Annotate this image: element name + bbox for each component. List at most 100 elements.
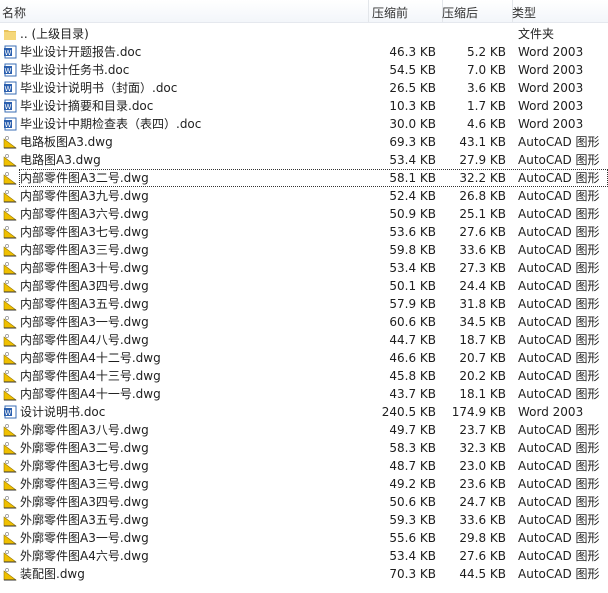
size-after: 26.8 KB: [459, 189, 506, 203]
file-row[interactable]: 外廓零件图A3一号.dwg 55.6 KB 29.8 KB AutoCAD 图形: [0, 529, 608, 547]
size-before: 54.5 KB: [389, 63, 436, 77]
size-before: 52.4 KB: [389, 189, 436, 203]
file-name: 内部零件图A3六号.dwg: [20, 207, 149, 221]
file-type: AutoCAD 图形: [518, 567, 600, 581]
file-row[interactable]: 内部零件图A4十三号.dwg 45.8 KB 20.2 KB AutoCAD 图…: [0, 367, 608, 385]
autocad-icon: [3, 189, 17, 203]
size-after: 18.1 KB: [459, 387, 506, 401]
file-row[interactable]: 内部零件图A3十号.dwg 53.4 KB 27.3 KB AutoCAD 图形: [0, 259, 608, 277]
file-row[interactable]: 外廓零件图A3四号.dwg 50.6 KB 24.7 KB AutoCAD 图形: [0, 493, 608, 511]
file-type: Word 2003: [518, 45, 584, 59]
size-before: 49.7 KB: [389, 423, 436, 437]
size-after: 29.8 KB: [459, 531, 506, 545]
file-type: AutoCAD 图形: [518, 423, 600, 437]
size-after: 23.0 KB: [459, 459, 506, 473]
file-row[interactable]: 电路图A3.dwg 53.4 KB 27.9 KB AutoCAD 图形: [0, 151, 608, 169]
column-size-after[interactable]: 压缩后: [442, 4, 478, 21]
file-row[interactable]: .. (上级目录) 文件夹: [0, 25, 608, 43]
file-row[interactable]: 内部零件图A3七号.dwg 53.6 KB 27.6 KB AutoCAD 图形: [0, 223, 608, 241]
size-after: 27.3 KB: [459, 261, 506, 275]
column-divider[interactable]: [368, 0, 369, 22]
autocad-icon: [3, 441, 17, 455]
file-name: 内部零件图A3二号.dwg: [20, 171, 149, 185]
column-type[interactable]: 类型: [512, 4, 536, 21]
size-before: 44.7 KB: [389, 333, 436, 347]
file-type: AutoCAD 图形: [518, 261, 600, 275]
word-icon: W: [3, 405, 17, 419]
file-row[interactable]: W 毕业设计说明书（封面）.doc 26.5 KB 3.6 KB Word 20…: [0, 79, 608, 97]
file-name: .. (上级目录): [20, 27, 89, 41]
file-row[interactable]: 外廓零件图A4六号.dwg 53.4 KB 27.6 KB AutoCAD 图形: [0, 547, 608, 565]
file-row[interactable]: 电路板图A3.dwg 69.3 KB 43.1 KB AutoCAD 图形: [0, 133, 608, 151]
file-row[interactable]: 外廓零件图A3五号.dwg 59.3 KB 33.6 KB AutoCAD 图形: [0, 511, 608, 529]
file-row[interactable]: 内部零件图A3九号.dwg 52.4 KB 26.8 KB AutoCAD 图形: [0, 187, 608, 205]
size-before: 50.9 KB: [389, 207, 436, 221]
file-name: 内部零件图A3九号.dwg: [20, 189, 149, 203]
file-type: Word 2003: [518, 99, 584, 113]
size-after: 25.1 KB: [459, 207, 506, 221]
column-name[interactable]: 名称: [2, 4, 26, 21]
file-row[interactable]: W 毕业设计开题报告.doc 46.3 KB 5.2 KB Word 2003: [0, 43, 608, 61]
word-icon: W: [3, 99, 17, 113]
size-before: 59.8 KB: [389, 243, 436, 257]
file-row[interactable]: 内部零件图A3五号.dwg 57.9 KB 31.8 KB AutoCAD 图形: [0, 295, 608, 313]
size-after: 32.3 KB: [459, 441, 506, 455]
size-before: 55.6 KB: [389, 531, 436, 545]
file-row[interactable]: W 设计说明书.doc 240.5 KB 174.9 KB Word 2003: [0, 403, 608, 421]
autocad-icon: [3, 261, 17, 275]
file-row[interactable]: 内部零件图A3六号.dwg 50.9 KB 25.1 KB AutoCAD 图形: [0, 205, 608, 223]
autocad-icon: [3, 531, 17, 545]
column-size-before[interactable]: 压缩前: [372, 4, 408, 21]
file-row[interactable]: 内部零件图A3一号.dwg 60.6 KB 34.5 KB AutoCAD 图形: [0, 313, 608, 331]
file-name: 外廓零件图A4六号.dwg: [20, 549, 149, 563]
size-after: 1.7 KB: [467, 99, 506, 113]
file-row[interactable]: 外廓零件图A3八号.dwg 49.7 KB 23.7 KB AutoCAD 图形: [0, 421, 608, 439]
file-row[interactable]: 内部零件图A3三号.dwg 59.8 KB 33.6 KB AutoCAD 图形: [0, 241, 608, 259]
file-name: 毕业设计任务书.doc: [20, 63, 130, 77]
file-name: 外廓零件图A3一号.dwg: [20, 531, 149, 545]
size-before: 60.6 KB: [389, 315, 436, 329]
file-type: AutoCAD 图形: [518, 531, 600, 545]
file-type: AutoCAD 图形: [518, 441, 600, 455]
autocad-icon: [3, 513, 17, 527]
size-after: 5.2 KB: [467, 45, 506, 59]
file-row[interactable]: 外廓零件图A3七号.dwg 48.7 KB 23.0 KB AutoCAD 图形: [0, 457, 608, 475]
file-name: 毕业设计摘要和目录.doc: [20, 99, 154, 113]
autocad-icon: [3, 495, 17, 509]
autocad-icon: [3, 153, 17, 167]
size-after: 18.7 KB: [459, 333, 506, 347]
archive-file-list: 名称 压缩前 压缩后 类型 .. (上级目录) 文件夹 W 毕业设计开题报告.do…: [0, 0, 608, 593]
size-before: 58.1 KB: [389, 171, 436, 185]
file-row[interactable]: 外廓零件图A3二号.dwg 58.3 KB 32.3 KB AutoCAD 图形: [0, 439, 608, 457]
size-before: 53.6 KB: [389, 225, 436, 239]
size-before: 48.7 KB: [389, 459, 436, 473]
size-before: 57.9 KB: [389, 297, 436, 311]
file-row[interactable]: W 毕业设计中期检查表（表四）.doc 30.0 KB 4.6 KB Word …: [0, 115, 608, 133]
size-before: 46.3 KB: [389, 45, 436, 59]
size-after: 174.9 KB: [451, 405, 506, 419]
file-type: AutoCAD 图形: [518, 297, 600, 311]
file-row[interactable]: 外廓零件图A3三号.dwg 49.2 KB 23.6 KB AutoCAD 图形: [0, 475, 608, 493]
file-type: AutoCAD 图形: [518, 243, 600, 257]
size-after: 20.7 KB: [459, 351, 506, 365]
size-after: 43.1 KB: [459, 135, 506, 149]
file-name: 内部零件图A4十一号.dwg: [20, 387, 161, 401]
file-row[interactable]: 内部零件图A4八号.dwg 44.7 KB 18.7 KB AutoCAD 图形: [0, 331, 608, 349]
svg-text:W: W: [5, 103, 12, 111]
file-row[interactable]: 内部零件图A4十二号.dwg 46.6 KB 20.7 KB AutoCAD 图…: [0, 349, 608, 367]
file-row[interactable]: W 毕业设计摘要和目录.doc 10.3 KB 1.7 KB Word 2003: [0, 97, 608, 115]
file-row[interactable]: W 毕业设计任务书.doc 54.5 KB 7.0 KB Word 2003: [0, 61, 608, 79]
file-type: AutoCAD 图形: [518, 387, 600, 401]
file-row[interactable]: 内部零件图A3四号.dwg 50.1 KB 24.4 KB AutoCAD 图形: [0, 277, 608, 295]
file-name: 电路板图A3.dwg: [20, 135, 113, 149]
file-name: 外廓零件图A3八号.dwg: [20, 423, 149, 437]
file-type: AutoCAD 图形: [518, 189, 600, 203]
file-type: AutoCAD 图形: [518, 549, 600, 563]
file-name: 外廓零件图A3四号.dwg: [20, 495, 149, 509]
size-after: 32.2 KB: [459, 171, 506, 185]
file-row[interactable]: 内部零件图A3二号.dwg 58.1 KB 32.2 KB AutoCAD 图形: [0, 169, 608, 187]
file-row[interactable]: 内部零件图A4十一号.dwg 43.7 KB 18.1 KB AutoCAD 图…: [0, 385, 608, 403]
file-row[interactable]: 装配图.dwg 70.3 KB 44.5 KB AutoCAD 图形: [0, 565, 608, 583]
file-name: 毕业设计开题报告.doc: [20, 45, 142, 59]
autocad-icon: [3, 225, 17, 239]
